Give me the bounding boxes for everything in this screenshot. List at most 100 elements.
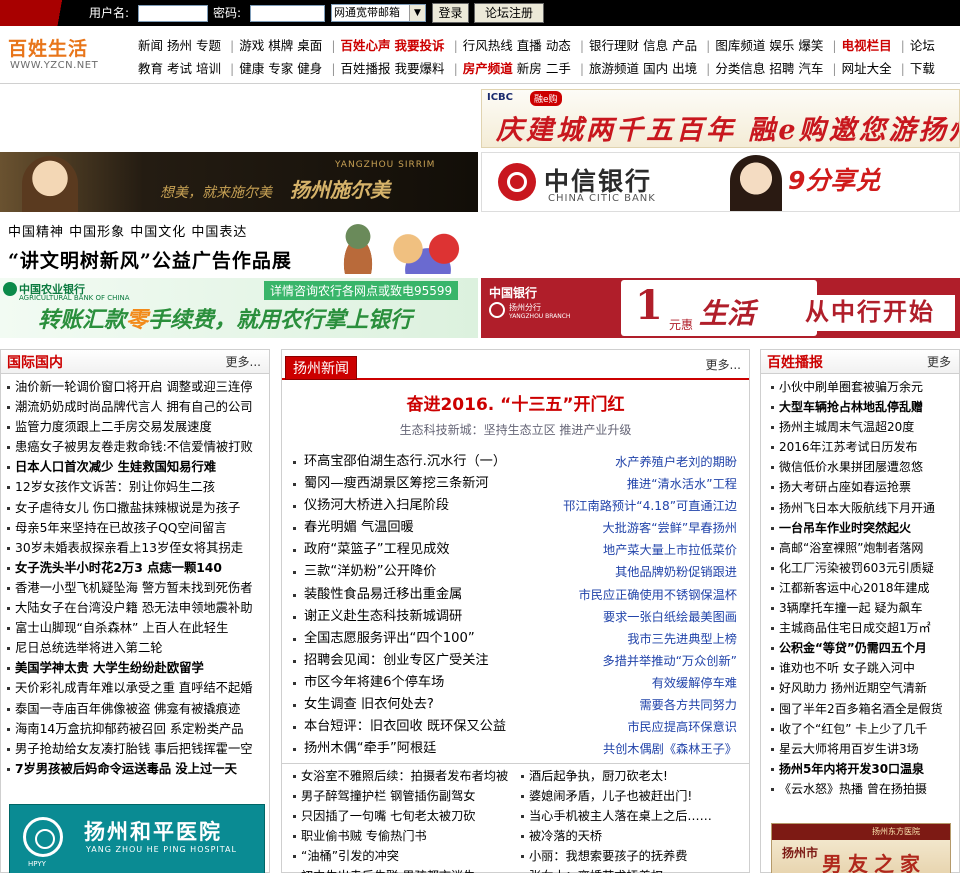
list-item[interactable]: 2016年江苏考试日历发布 [769,437,957,457]
list-item[interactable]: 婆媳闹矛盾，儿子也被赶出门! [518,786,743,806]
news-link[interactable]: 春光明媚 气温回暖 [304,517,414,539]
list-item[interactable]: 监管力度须跟上二手房交易发展速度 [5,417,265,437]
news-link[interactable]: 全国志愿服务评出“四个100” [304,628,475,650]
news-sublink[interactable]: 邗江南路预计“4.18”可直通江边 [563,495,737,517]
news-link[interactable]: 市区今年将建6个停车场 [304,672,444,694]
list-item[interactable]: 30岁未婚表叔探亲看上13岁侄女将其拐走 [5,538,265,558]
list-item[interactable]: 女子虐待女儿 伤口撒盐抹辣椒说是为孩子 [5,498,265,518]
news-sublink[interactable]: 大批游客“尝鲜”早春扬州 [602,517,737,539]
more-link[interactable]: 更多... [706,356,741,373]
news-link[interactable]: 女生调查 旧衣何处去? [304,694,434,716]
list-item[interactable]: 化工厂污染被罚603元引质疑 [769,558,957,578]
nav-link[interactable]: 下载 [910,57,935,80]
nav-link[interactable]: 分类信息 [715,57,765,80]
news-link[interactable]: 三款“洋奶粉”公开降价 [304,561,436,583]
icbc-banner[interactable]: ICBC 融e购 庆建城两千五百年 融e购邀您游扬州 [481,89,960,148]
list-item[interactable]: 好风助力 扬州近期空气清新 [769,678,957,698]
list-item[interactable]: “油桶”引发的冲突 [290,846,515,866]
nav-link[interactable]: 出境 [672,57,697,80]
list-item[interactable]: 张女士：离婚苦求抚养权 [518,866,743,873]
more-link[interactable]: 更多 [927,354,951,370]
list-item[interactable]: 母亲5年来坚持在已故孩子QQ空间留言 [5,518,265,538]
list-item[interactable]: 一台吊车作业时突然起火 [769,518,957,538]
nav-link[interactable]: 棋牌 [268,34,293,57]
news-link[interactable]: 本台短评：旧衣回收 既环保又公益 [304,716,506,738]
list-item[interactable]: 谁劝也不听 女子跳入河中 [769,658,957,678]
news-link[interactable]: 招聘会见闻：创业专区广受关注 [304,650,489,672]
hospital-ad[interactable]: HPYY 扬州和平医院 YANG ZHOU HE PING HOSPITAL [9,804,265,873]
list-item[interactable]: 海南14万盒抗抑郁药被召回 系定粉类产品 [5,719,265,739]
news-sublink[interactable]: 市民应正确使用不锈钢保温杯 [579,584,737,606]
nav-link[interactable]: 我要投诉 [395,34,445,57]
list-item[interactable]: 被冷落的天桥 [518,826,743,846]
nav-link[interactable]: 论坛 [910,34,935,57]
list-item[interactable]: 天价彩礼成青年难以承受之重 直呼结不起婚 [5,678,265,698]
nav-link[interactable]: 电视栏目 [842,34,892,57]
list-item[interactable]: 泰国一寺庙百年佛像被盗 佛龛有被撬痕迹 [5,699,265,719]
boc-banner[interactable]: 中国银行 扬州分行 YANGZHOU BRANCH 1 元惠 生活 从中行开始 [481,278,960,338]
headline-link[interactable]: 奋进2016. “十三五”开门红 [282,390,749,415]
list-item[interactable]: 初中生出走后失联 男孩都市迷失 [290,866,515,873]
civility-banner[interactable]: 中国精神 中国形象 中国文化 中国表达 “讲文明树新风”公益广告作品展 [0,214,478,276]
list-item[interactable]: 公积金“等贷”仍需四五个月 [769,638,957,658]
list-item[interactable]: 富士山脚现“自杀森林” 上百人在此轻生 [5,618,265,638]
list-item[interactable]: 男子醉驾撞护栏 钢管插伤副驾女 [290,786,515,806]
mail-select[interactable]: 网通宽带邮箱 ▼ [331,4,426,22]
news-sublink[interactable]: 水产养殖户老刘的期盼 [615,451,737,473]
tab-yangzhou-news[interactable]: 扬州新闻 [285,356,357,380]
nav-link[interactable]: 新房 [517,57,542,80]
list-item[interactable]: 只因插了一句嘴 七旬老太被刀砍 [290,806,515,826]
nav-link[interactable]: 网址大全 [842,57,892,80]
subhead-link[interactable]: 生态科技新城：坚持生态立区 推进产业升级 [282,421,749,438]
list-item[interactable]: 美国学神太贵 大学生纷纷赴欧留学 [5,658,265,678]
nav-link[interactable]: 培训 [196,57,221,80]
nav-link[interactable]: 银行理财 [589,34,639,57]
list-item[interactable]: 职业偷书贼 专偷热门书 [290,826,515,846]
list-item[interactable]: 星云大师将用百岁生讲3场 [769,739,957,759]
list-item[interactable]: 7岁男孩被后妈命令运送毒品 没上过一天 [5,759,265,779]
list-item[interactable]: 《云水怒》热播 曾在扬拍摄 [769,779,957,799]
list-item[interactable]: 日本人口首次减少 生娃救国知易行难 [5,457,265,477]
news-link[interactable]: 环高宝邵伯湖生态行.沉水行（一） [304,451,506,473]
list-item[interactable]: 主城商品住宅日成交超1万㎡ [769,618,957,638]
list-item[interactable]: 收了个“红包” 卡上少了几千 [769,719,957,739]
list-item[interactable]: 女浴室不雅照后续：拍摄者发布者均被 [290,766,515,786]
news-sublink[interactable]: 其他品牌奶粉促销跟进 [615,561,737,583]
nav-link[interactable]: 扬州 [167,34,192,57]
nav-link[interactable]: 专家 [268,57,293,80]
nav-link[interactable]: 房产频道 [463,57,513,80]
list-item[interactable]: 当心手机被主人落在桌上之后…… [518,806,743,826]
list-item[interactable]: 大型车辆抢占林地乱停乱赠 [769,397,957,417]
list-item[interactable]: 江都新客运中心2018年建成 [769,578,957,598]
nav-link[interactable]: 动态 [546,34,571,57]
nav-link[interactable]: 考试 [167,57,192,80]
list-item[interactable]: 12岁女孩作文诉苦：别让你妈生二孩 [5,477,265,497]
list-item[interactable]: 扬州5年内将开发30口温泉 [769,759,957,779]
news-sublink[interactable]: 地产菜大量上市拉低菜价 [603,539,737,561]
nav-link[interactable]: 桌面 [297,34,322,57]
list-item[interactable]: 酒后起争执，厨刀砍老太! [518,766,743,786]
news-link[interactable]: 政府“菜篮子”工程见成效 [304,539,450,561]
list-item[interactable]: 患癌女子被男友卷走救命钱:不信爱情被打败 [5,437,265,457]
nav-link[interactable]: 百姓心声 [341,34,391,57]
list-item[interactable]: 高邮“浴室裸照”炮制者落网 [769,538,957,558]
list-item[interactable]: 囤了半年2百多箱名酒全是假货 [769,699,957,719]
nav-link[interactable]: 产品 [672,34,697,57]
news-sublink[interactable]: 我市三先进典型上榜 [627,628,737,650]
news-sublink[interactable]: 有效缓解停车难 [652,672,737,694]
list-item[interactable]: 微信低价水果拼团屡遭忽悠 [769,457,957,477]
news-sublink[interactable]: 市民应提高环保意识 [627,716,737,738]
list-item[interactable]: 尼日总统选举将进入第二轮 [5,638,265,658]
list-item[interactable]: 女子洗头半小时花2万3 点痣一颗140 [5,558,265,578]
news-sublink[interactable]: 共创木偶剧《森林王子》 [603,738,737,760]
news-sublink[interactable]: 要求一张白纸绘最美图画 [603,606,737,628]
hospital-ad[interactable]: 扬州东方医院 扬州市 男友之家 [771,823,951,873]
login-button[interactable]: 登录 [432,3,469,23]
news-link[interactable]: 装酸性食品易迁移出重金属 [304,584,462,606]
list-item[interactable]: 扬大考研占座如春运抢票 [769,477,957,497]
nav-link[interactable]: 招聘 [769,57,794,80]
nav-link[interactable]: 健康 [239,57,264,80]
nav-link[interactable]: 行风热线 [463,34,513,57]
news-sublink[interactable]: 推进“清水活水”工程 [627,473,737,495]
nav-link[interactable]: 汽车 [798,57,823,80]
